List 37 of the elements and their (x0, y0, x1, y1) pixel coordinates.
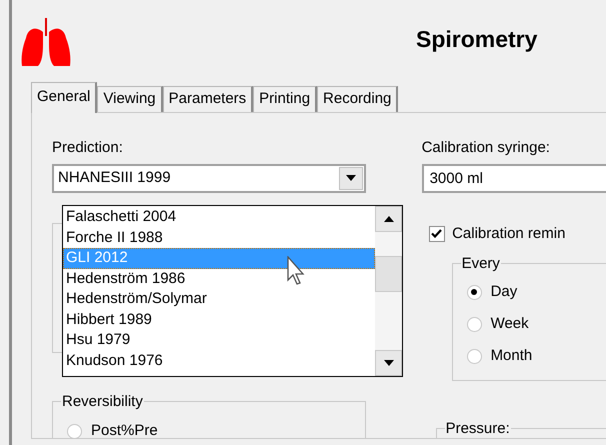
radio-label: Month (490, 346, 532, 366)
dropdown-option[interactable]: Hedenström 1986 (63, 268, 375, 289)
scroll-up-button[interactable] (375, 206, 402, 232)
tab[interactable]: Recording (317, 86, 398, 112)
radio-label: Week (490, 314, 529, 334)
tab[interactable]: Viewing (97, 86, 163, 112)
radio-label: Post%Pre (91, 421, 158, 438)
dropdown-arrow-icon (346, 175, 356, 181)
up-arrow-icon (384, 216, 394, 222)
prediction-label: Prediction: (52, 138, 124, 158)
scrollbar-thumb[interactable] (375, 256, 402, 292)
dropdown-option[interactable]: Falaschetti 2004 (63, 207, 375, 228)
radio-label: Day (490, 282, 518, 302)
tab[interactable]: General (31, 82, 98, 113)
dropdown-option[interactable]: Hedenström/Solymar (63, 289, 375, 310)
radio-button[interactable] (466, 348, 482, 364)
calibration-syringe-field[interactable]: 3000 ml (422, 164, 606, 192)
dropdown-option[interactable]: Knudson 1976 (63, 350, 375, 371)
checkmark-icon (431, 229, 442, 238)
tab[interactable]: Printing (253, 86, 318, 112)
radio-button[interactable] (67, 424, 82, 438)
dialog-title: Spirometry (416, 24, 538, 54)
calibration-syringe-label: Calibration syringe: (422, 138, 551, 158)
prediction-dropdown[interactable]: NHANESIII 1999 (52, 164, 366, 192)
down-arrow-icon (384, 360, 394, 366)
scroll-down-button[interactable] (375, 350, 402, 376)
radio-button[interactable] (466, 316, 482, 332)
radio-button[interactable] (466, 284, 482, 300)
dropdown-option[interactable]: Hsu 1979 (63, 330, 375, 350)
dropdown-option[interactable]: Forche II 1988 (63, 228, 375, 248)
lungs-icon (20, 18, 72, 68)
calibration-reminder-label: Calibration remin (452, 224, 566, 244)
mouse-pointer-icon (287, 256, 307, 286)
checkbox[interactable] (428, 226, 445, 242)
dropdown-option[interactable]: Hibbert 1989 (63, 310, 375, 330)
prediction-value: NHANESIII 1999 (57, 168, 172, 188)
tab[interactable]: Parameters (162, 86, 254, 112)
